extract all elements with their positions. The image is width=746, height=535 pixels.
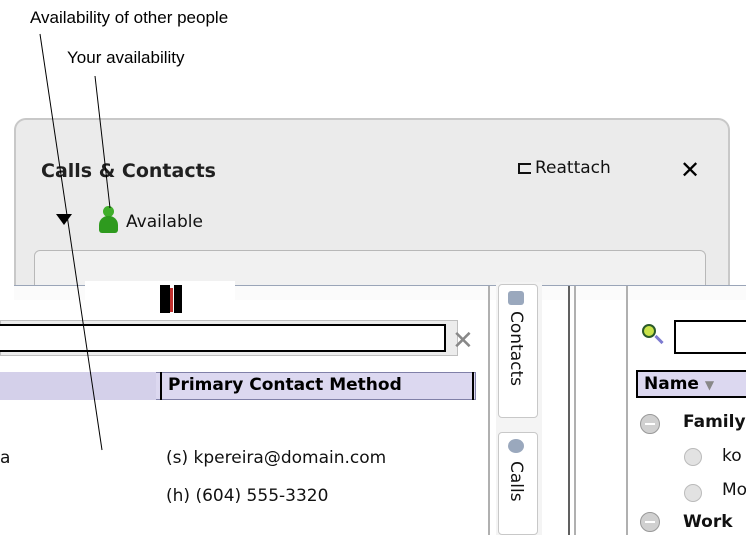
divider (626, 286, 628, 535)
tab-calls[interactable]: Calls (498, 432, 538, 535)
close-button[interactable]: ✕ (680, 156, 700, 184)
glitch-mark (170, 288, 173, 312)
contacts-search-input[interactable] (674, 320, 746, 354)
reattach-label: Reattach (535, 158, 611, 178)
column-header-primary-contact[interactable]: Primary Contact Method (160, 372, 474, 400)
tab-calls-label: Calls (506, 461, 526, 502)
contacts-icon (508, 291, 524, 305)
window-title: Calls & Contacts (41, 160, 216, 182)
table-cell-name: a (0, 448, 11, 468)
clear-search-icon[interactable]: ✕ (452, 326, 474, 356)
calls-icon (508, 439, 524, 453)
collapse-toggle-icon[interactable] (640, 414, 660, 434)
contact-status-icon (684, 484, 702, 502)
column-header-name-right[interactable]: Name ▼ (636, 370, 746, 398)
callout-your-availability: Your availability (67, 48, 185, 67)
glitch-mark (174, 285, 182, 313)
tree-item[interactable]: ko (722, 446, 742, 466)
search-input[interactable] (0, 324, 446, 352)
glitch-mark (160, 285, 170, 313)
name-header-label: Name (644, 374, 699, 394)
tree-group-family[interactable]: Family (683, 412, 746, 432)
status-dropdown-arrow-icon[interactable] (56, 214, 72, 225)
reattach-button[interactable]: Reattach (518, 158, 611, 178)
divider (568, 286, 570, 535)
sort-indicator-icon: ▼ (704, 378, 715, 392)
tab-contacts[interactable]: Contacts (498, 284, 538, 418)
contact-status-icon (684, 448, 702, 466)
table-cell-contact: (s) kpereira@domain.com (166, 448, 387, 468)
column-header-name[interactable] (0, 372, 156, 400)
status-label[interactable]: Available (126, 212, 203, 232)
callout-availability-others: Availability of other people (30, 8, 229, 27)
tree-item[interactable]: Mo (722, 480, 746, 500)
reattach-icon (518, 163, 531, 174)
tree-group-work[interactable]: Work (683, 512, 733, 532)
tab-contacts-label: Contacts (506, 311, 526, 386)
divider (488, 286, 490, 535)
divider (574, 286, 576, 535)
collapse-toggle-icon[interactable] (640, 512, 660, 532)
availability-person-icon[interactable] (98, 206, 118, 234)
table-cell-contact: (h) (604) 555-3320 (166, 486, 329, 506)
